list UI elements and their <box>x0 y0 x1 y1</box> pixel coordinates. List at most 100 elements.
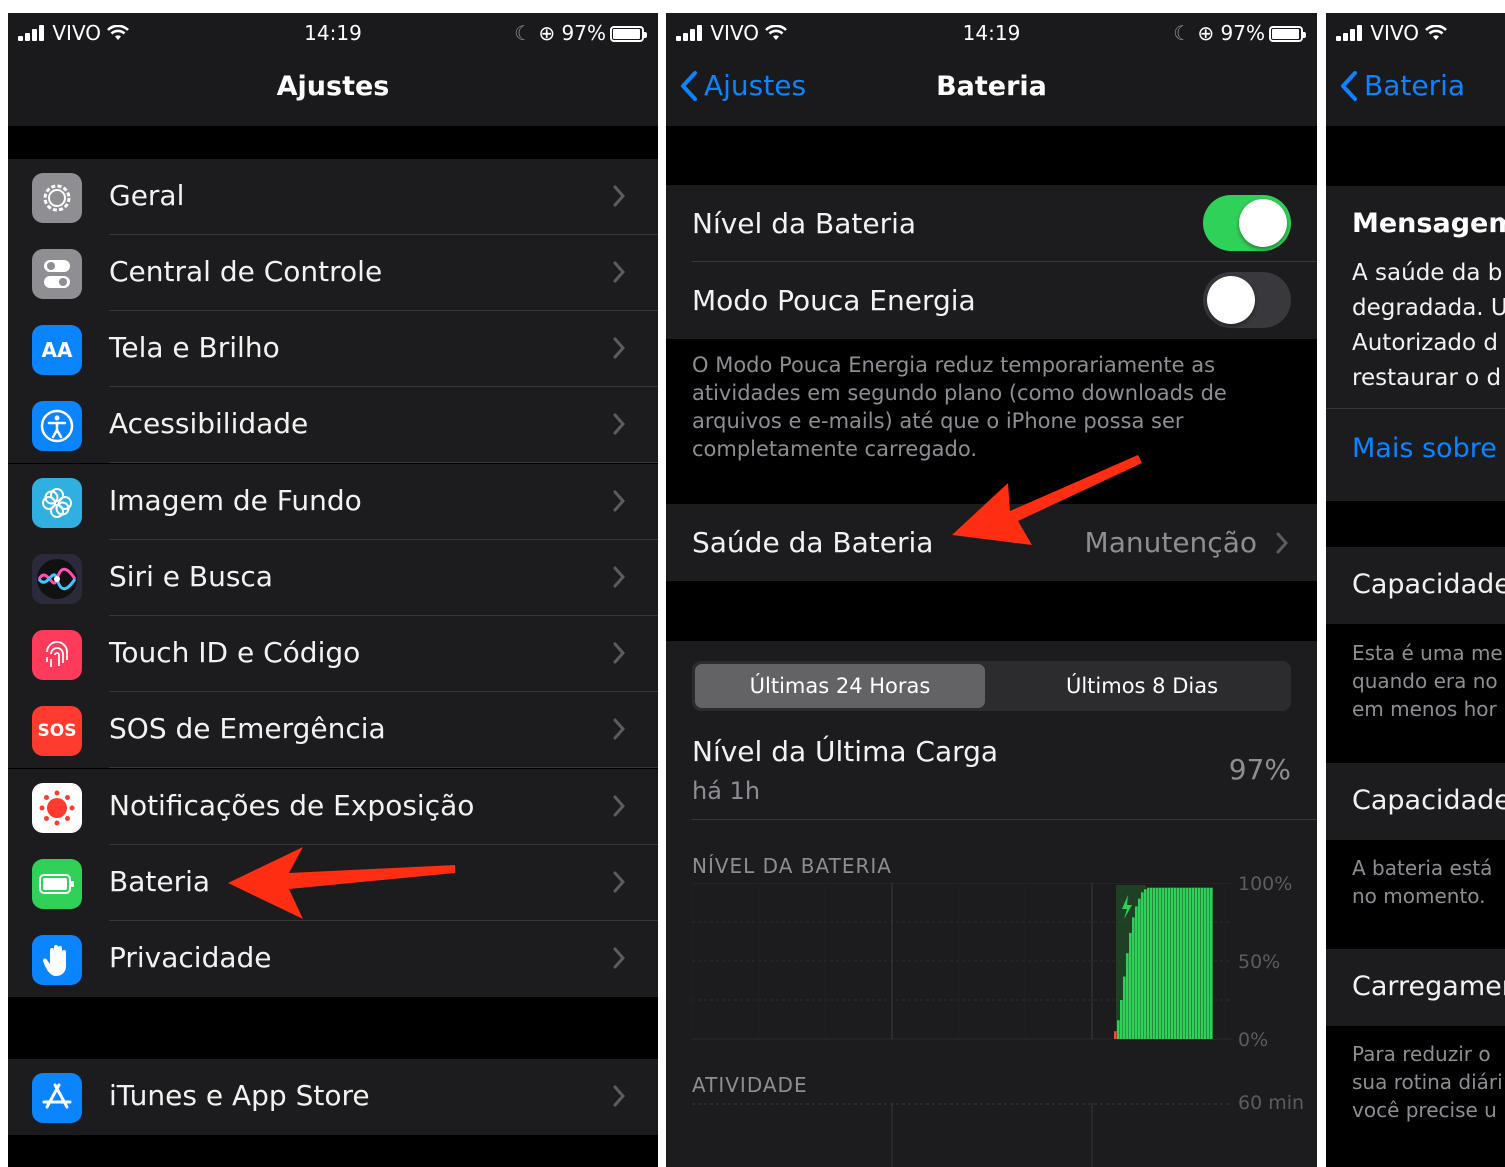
battery-level-bar <box>1159 887 1162 1039</box>
settings-item-label: Touch ID e Código <box>109 636 361 669</box>
settings-item-acessibilidade[interactable]: Acessibilidade <box>8 387 658 463</box>
orientation-lock-icon: ⊕ <box>538 21 556 45</box>
settings-item-imagem-de-fundo[interactable]: Imagem de Fundo <box>8 464 658 540</box>
message-card: Mensagem A saúde da b degradada. U Autor… <box>1326 186 1505 501</box>
battery-level-bar <box>1129 932 1132 1039</box>
moon-icon: ☾ <box>514 21 533 45</box>
battery-level-bar <box>1186 887 1189 1039</box>
battery-level-bar <box>1135 906 1138 1039</box>
battery-percentage-toggle[interactable] <box>1203 195 1291 251</box>
max-capacity-footer: Esta é uma me quando era no em menos hor <box>1352 641 1503 721</box>
battery-level-bar <box>1120 1000 1123 1039</box>
settings-item-geral[interactable]: Geral <box>8 159 658 235</box>
tab-last-24h[interactable]: Últimas 24 Horas <box>695 664 985 708</box>
message-text: A saúde da b degradada. U Autorizado d r… <box>1352 260 1505 391</box>
signal-icon <box>1336 25 1364 41</box>
battery-status-icon <box>1269 26 1306 42</box>
battery-level-bar <box>1165 887 1168 1039</box>
battery-health-screen: VIVO Bateria Mensagem A saúde da b degra… <box>1326 13 1505 1167</box>
peak-capacity-footer: A bateria está no momento. <box>1352 856 1493 908</box>
settings-item-label: Privacidade <box>109 941 272 974</box>
app-store-icon <box>32 1073 82 1123</box>
low-power-toggle[interactable] <box>1203 272 1291 328</box>
battery-screen: VIVO 14:19 ☾ ⊕ 97% Ajustes Bateria Nível… <box>666 13 1317 1167</box>
page-title: Bateria <box>936 71 1047 102</box>
chevron-right-icon <box>613 413 626 435</box>
battery-level-bar <box>1150 887 1153 1039</box>
battery-level-chart <box>692 883 1232 1040</box>
battery-level-bar <box>1141 892 1144 1039</box>
settings-item-privacidade[interactable]: Privacidade <box>8 921 658 997</box>
battery-level-bar <box>1138 898 1141 1039</box>
chevron-right-icon <box>613 185 626 207</box>
battery-level-bar <box>1210 887 1213 1039</box>
battery-level-bar <box>1147 887 1150 1039</box>
chevron-right-icon <box>613 947 626 969</box>
health-header: VIVO Bateria <box>1326 13 1505 126</box>
battery-level-bar <box>1207 887 1210 1039</box>
battery-percentage-row[interactable]: Nível da Bateria <box>666 185 1317 262</box>
last-charge-value: 97% <box>1228 753 1291 786</box>
peak-capacity-row: Capacidade <box>1326 763 1505 840</box>
battery-level-bar <box>1117 1020 1120 1039</box>
battery-level-bar <box>1114 1031 1117 1039</box>
toggles-icon <box>32 249 82 299</box>
last-charge-label: Nível da Última Carga <box>692 735 999 768</box>
last-charge-time: há 1h <box>692 777 761 805</box>
settings-item-sos-de-emerg-ncia[interactable]: SOS SOS de Emergência <box>8 692 658 768</box>
settings-item-label: Central de Controle <box>109 255 383 288</box>
optimized-charging-footer: Para reduzir o sua rotina diári você pre… <box>1352 1042 1503 1122</box>
low-power-footer: O Modo Pouca Energia reduz temporariamen… <box>692 353 1227 461</box>
axis-label-0: 0% <box>1238 1029 1269 1051</box>
moon-icon: ☾ <box>1173 21 1192 45</box>
activity-chart-grid <box>692 1103 1232 1167</box>
battery-level-bar <box>1204 887 1207 1039</box>
text-size-icon: AA <box>32 325 82 375</box>
low-power-row[interactable]: Modo Pouca Energia <box>666 262 1317 339</box>
settings-item-notifica-es-de-exposi-o[interactable]: Notificações de Exposição <box>8 769 658 845</box>
settings-item-label: Bateria <box>109 865 211 898</box>
settings-item-bateria[interactable]: Bateria <box>8 845 658 921</box>
battery-health-row[interactable]: Saúde da Bateria Manutenção <box>666 504 1317 581</box>
chart-title: NÍVEL DA BATERIA <box>692 854 892 878</box>
settings-item-tela-e-brilho[interactable]: AA Tela e Brilho <box>8 311 658 387</box>
settings-item-label: Notificações de Exposição <box>109 789 475 822</box>
back-button[interactable]: Bateria <box>1340 69 1465 102</box>
settings-item-touch-id-e-c-digo[interactable]: Touch ID e Código <box>8 616 658 692</box>
battery-level-bar <box>1192 887 1195 1039</box>
settings-item-siri-e-busca[interactable]: Siri e Busca <box>8 540 658 616</box>
settings-header: VIVO 14:19 ☾ ⊕ 97% Ajustes <box>8 13 658 126</box>
settings-item-label: Siri e Busca <box>109 560 273 593</box>
settings-item-itunes-e-app-store[interactable]: iTunes e App Store <box>8 1059 658 1135</box>
activity-axis-label: 60 min <box>1238 1092 1305 1114</box>
settings-item-label: Tela e Brilho <box>109 331 280 364</box>
settings-screen: VIVO 14:19 ☾ ⊕ 97% Ajustes Geral Central … <box>8 13 658 1167</box>
battery-level-bar <box>1144 889 1147 1039</box>
accessibility-icon <box>32 401 82 451</box>
battery-level-bar <box>1174 887 1177 1039</box>
battery-level-bar <box>1126 953 1129 1039</box>
battery-level-bar <box>1168 887 1171 1039</box>
fingerprint-icon <box>32 630 82 680</box>
status-carrier: VIVO <box>1336 21 1448 45</box>
battery-level-bar <box>1183 887 1186 1039</box>
battery-level-bar <box>1162 887 1165 1039</box>
settings-item-central-de-controle[interactable]: Central de Controle <box>8 235 658 311</box>
hand-icon <box>32 935 82 985</box>
settings-item-label: Acessibilidade <box>109 407 309 440</box>
optimized-charging-row[interactable]: Carregamen <box>1326 949 1505 1026</box>
status-battery: ☾ ⊕ 97% <box>1173 21 1306 45</box>
time-range-control[interactable]: Últimas 24 Horas Últimos 8 Dias <box>692 661 1291 711</box>
battery-level-bar <box>1171 887 1174 1039</box>
settings-item-label: Geral <box>109 179 185 212</box>
tab-last-8d[interactable]: Últimos 8 Dias <box>992 664 1292 708</box>
max-capacity-row: Capacidade <box>1326 547 1505 624</box>
learn-more-link[interactable]: Mais sobre <box>1352 433 1497 464</box>
chevron-right-icon <box>1276 532 1289 554</box>
chevron-right-icon <box>613 261 626 283</box>
settings-item-label: iTunes e App Store <box>109 1079 370 1112</box>
axis-label-50: 50% <box>1238 951 1281 973</box>
status-battery: ☾ ⊕ 97% <box>514 21 647 45</box>
gear-icon <box>32 173 82 223</box>
battery-level-bar <box>1156 887 1159 1039</box>
